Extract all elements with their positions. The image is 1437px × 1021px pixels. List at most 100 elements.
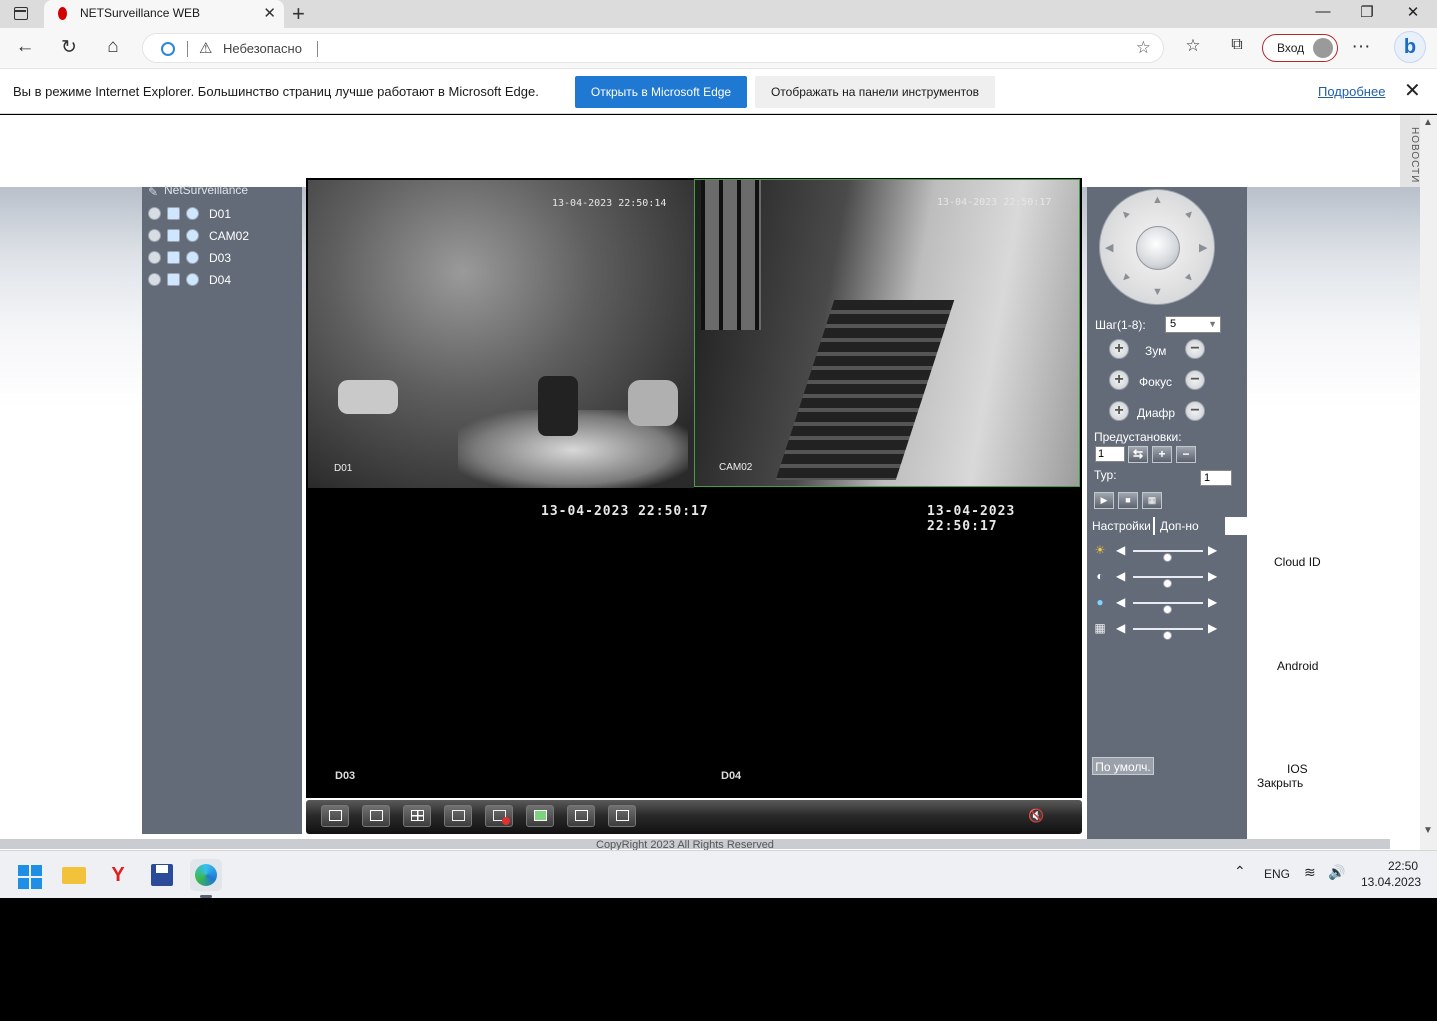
video-cell-cam02[interactable]: 13-04-2023 22:50:17 CAM02: [694, 179, 1080, 487]
clock-time[interactable]: 22:50: [1388, 859, 1418, 873]
stop-icon[interactable]: [148, 251, 161, 264]
camera-item[interactable]: D03: [148, 249, 298, 267]
stop-icon[interactable]: [148, 207, 161, 220]
edge-icon[interactable]: [190, 859, 222, 891]
slider-track[interactable]: [1133, 550, 1203, 562]
zoom-in-button[interactable]: +: [1109, 339, 1129, 359]
single-window-button[interactable]: [362, 805, 390, 827]
camera-item[interactable]: D04: [148, 271, 298, 289]
hue-slider[interactable]: ▦ ◀ ▶: [1093, 621, 1243, 640]
decrease-icon[interactable]: ◀: [1116, 543, 1125, 557]
maximize-icon[interactable]: ❐: [1352, 3, 1382, 21]
record-all-button[interactable]: [444, 805, 472, 827]
new-tab-icon[interactable]: +: [292, 1, 305, 27]
clock-date[interactable]: 13.04.2023: [1361, 875, 1421, 889]
step-select[interactable]: 5 ▼: [1165, 316, 1221, 333]
preset-remove-button[interactable]: −: [1176, 446, 1196, 463]
stream-icon[interactable]: [186, 229, 199, 242]
ptz-center-button[interactable]: [1136, 226, 1180, 270]
four-window-button[interactable]: [403, 805, 431, 827]
slider-knob[interactable]: [1163, 605, 1172, 614]
preset-add-button[interactable]: +: [1152, 446, 1172, 463]
start-icon[interactable]: [14, 859, 46, 891]
file-explorer-icon[interactable]: [58, 859, 90, 891]
language-indicator[interactable]: ENG: [1264, 867, 1290, 881]
tab-close-icon[interactable]: ✕: [263, 4, 276, 22]
slider-track[interactable]: [1133, 628, 1203, 640]
refresh-icon[interactable]: ↻: [57, 36, 81, 59]
ptz-down-right-icon[interactable]: ▼: [1181, 270, 1197, 286]
ptz-direction-pad[interactable]: ▲ ▼ ◀ ▶ ▲ ▲ ▼ ▼: [1099, 189, 1215, 305]
minimize-icon[interactable]: —: [1308, 3, 1338, 20]
tour-stop-button[interactable]: ■: [1118, 492, 1138, 509]
snapshot-button[interactable]: [526, 805, 554, 827]
camera-label[interactable]: CAM02: [209, 229, 249, 243]
decrease-icon[interactable]: ◀: [1116, 569, 1125, 583]
ptz-right-icon[interactable]: ▶: [1199, 241, 1207, 254]
tab-settings[interactable]: Настройки: [1087, 517, 1153, 535]
camera-label[interactable]: D03: [209, 251, 231, 265]
camera-label[interactable]: D01: [209, 207, 231, 221]
home-icon[interactable]: ⌂: [101, 36, 125, 58]
floppy-app-icon[interactable]: [146, 859, 178, 891]
news-side-tab[interactable]: НОВОСТИ: [1400, 115, 1420, 187]
camera-item[interactable]: CAM02: [148, 227, 298, 245]
fullscreen-button[interactable]: [321, 805, 349, 827]
more-icon[interactable]: ···: [1349, 36, 1373, 58]
decrease-icon[interactable]: ◀: [1116, 621, 1125, 635]
scroll-up-icon[interactable]: ▲: [1423, 117, 1433, 128]
yandex-browser-icon[interactable]: Y: [102, 859, 134, 891]
playback-button[interactable]: [567, 805, 595, 827]
cloud-id-link[interactable]: Cloud ID: [1274, 555, 1321, 569]
show-in-toolbar-button[interactable]: Отображать на панели инструментов: [755, 76, 995, 108]
chevron-up-icon[interactable]: ⌃: [1234, 863, 1246, 880]
scroll-down-icon[interactable]: ▼: [1423, 825, 1433, 836]
decrease-icon[interactable]: ◀: [1116, 595, 1125, 609]
preset-goto-button[interactable]: ⇆: [1128, 446, 1148, 463]
slider-knob[interactable]: [1163, 579, 1172, 588]
browser-tab[interactable]: NETSurveillance WEB ✕: [44, 0, 284, 28]
stream-icon[interactable]: [186, 207, 199, 220]
ptz-down-icon[interactable]: ▼: [1152, 286, 1163, 298]
play-icon[interactable]: [167, 251, 180, 264]
zoom-out-button[interactable]: −: [1185, 339, 1205, 359]
slider-knob[interactable]: [1163, 631, 1172, 640]
speaker-icon[interactable]: 🔊: [1328, 864, 1345, 881]
ptz-left-icon[interactable]: ◀: [1105, 241, 1113, 254]
increase-icon[interactable]: ▶: [1208, 621, 1217, 635]
increase-icon[interactable]: ▶: [1208, 595, 1217, 609]
login-button[interactable]: Вход: [1262, 34, 1338, 62]
ie-mode-icon[interactable]: [161, 42, 175, 56]
ptz-up-right-icon[interactable]: ▲: [1181, 206, 1197, 222]
stop-playback-button[interactable]: [608, 805, 636, 827]
favorites-icon[interactable]: ☆: [1181, 36, 1205, 56]
url-field[interactable]: ⚠ Небезопасно ☆: [142, 33, 1164, 63]
stop-icon[interactable]: [148, 229, 161, 242]
wifi-icon[interactable]: ≋: [1304, 864, 1316, 881]
play-icon[interactable]: [167, 229, 180, 242]
focus-plus-button[interactable]: +: [1109, 370, 1129, 390]
camera-label[interactable]: D04: [209, 273, 231, 287]
back-icon[interactable]: ←: [13, 36, 37, 58]
preset-input[interactable]: 1: [1095, 446, 1125, 462]
vertical-scrollbar[interactable]: ▲ ▼: [1420, 115, 1437, 850]
window-close-icon[interactable]: ✕: [1398, 3, 1428, 21]
brightness-slider[interactable]: ☀ ◀ ▶: [1093, 543, 1243, 562]
play-icon[interactable]: [167, 273, 180, 286]
play-icon[interactable]: [167, 207, 180, 220]
tabs-menu-icon[interactable]: [14, 7, 28, 20]
ptz-up-left-icon[interactable]: ▲: [1117, 206, 1133, 222]
tab-extra[interactable]: Доп-но: [1155, 517, 1225, 535]
camera-item[interactable]: D01: [148, 205, 298, 223]
tour-start-button[interactable]: ▶: [1094, 492, 1114, 509]
close-link[interactable]: Закрыть: [1257, 776, 1303, 790]
focus-minus-button[interactable]: −: [1185, 370, 1205, 390]
favorite-add-icon[interactable]: ☆: [1136, 38, 1151, 58]
stop-icon[interactable]: [148, 273, 161, 286]
volume-mute-icon[interactable]: 🔇: [1028, 808, 1044, 824]
slider-track[interactable]: [1133, 602, 1203, 614]
ios-link[interactable]: IOS: [1287, 762, 1308, 776]
tour-input[interactable]: 1: [1200, 470, 1232, 486]
increase-icon[interactable]: ▶: [1208, 543, 1217, 557]
bing-icon[interactable]: b: [1394, 31, 1426, 63]
